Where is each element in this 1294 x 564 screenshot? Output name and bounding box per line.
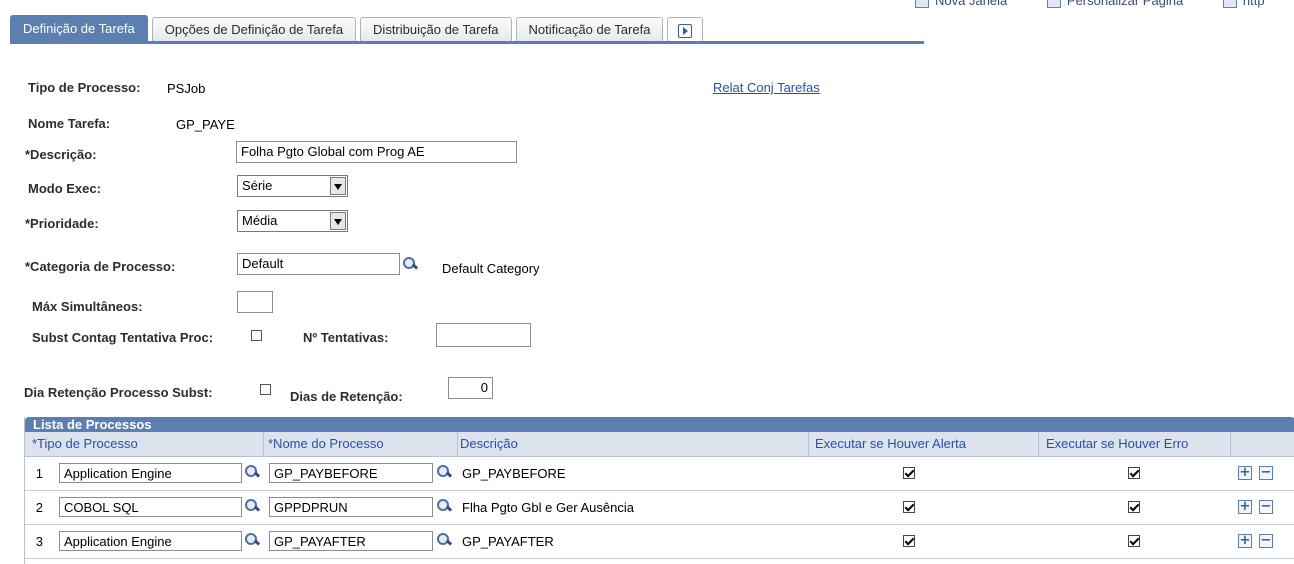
n-tentativas-input[interactable] xyxy=(436,323,531,347)
n-tentativas-label: Nº Tentativas: xyxy=(303,330,389,345)
personalize-page-link[interactable]: Personalizar Página xyxy=(1046,0,1201,8)
process-description: Flha Pgto Gbl e Ger Ausência xyxy=(462,500,634,515)
lookup-icon[interactable] xyxy=(244,464,260,480)
lookup-icon[interactable] xyxy=(244,532,260,548)
col-divider xyxy=(808,432,809,456)
chevron-down-icon xyxy=(330,212,346,230)
prioridade-label: *Prioridade: xyxy=(25,216,99,231)
help-icon xyxy=(1222,0,1237,8)
col-divider xyxy=(1230,432,1231,456)
tipo-processo-input[interactable]: COBOL SQL xyxy=(59,497,242,517)
lookup-icon[interactable] xyxy=(402,256,418,272)
dias-retencao-input[interactable]: 0 xyxy=(448,377,493,399)
col-divider xyxy=(1038,432,1039,456)
modo-exec-value: Série xyxy=(242,178,273,193)
tipo-processo-input[interactable]: Application Engine xyxy=(59,531,242,551)
descricao-label: *Descrição: xyxy=(25,147,97,162)
add-row-icon[interactable]: + xyxy=(1238,500,1252,514)
add-row-icon[interactable]: + xyxy=(1238,534,1252,548)
tab-notificacao[interactable]: Notificação de Tarefa xyxy=(515,17,664,42)
col-divider xyxy=(457,432,458,456)
tipo-processo-value: PSJob xyxy=(167,81,206,96)
prioridade-value: Média xyxy=(242,213,278,228)
executar-erro-checkbox[interactable] xyxy=(1128,501,1140,513)
dias-retencao-label: Dias de Retenção: xyxy=(290,389,403,404)
col-divider xyxy=(263,432,264,456)
tipo-processo-label: Tipo de Processo: xyxy=(28,80,141,95)
dia-retencao-label: Dia Retenção Processo Subst: xyxy=(24,385,213,400)
subst-contag-label: Subst Contag Tentativa Proc: xyxy=(32,330,214,345)
max-simultaneos-input[interactable] xyxy=(237,291,273,313)
col-tipo-processo[interactable]: *Tipo de Processo xyxy=(32,436,138,451)
process-list-grid: Lista de Processos *Tipo de Processo *No… xyxy=(25,417,1294,559)
tab-scroll-right[interactable] xyxy=(667,17,704,42)
personalize-icon xyxy=(1046,0,1061,8)
descricao-input[interactable]: Folha Pgto Global com Prog AE xyxy=(236,141,517,163)
executar-alerta-checkbox[interactable] xyxy=(903,501,915,513)
table-row: 2 COBOL SQL GPPDPRUN Flha Pgto Gbl e Ger… xyxy=(25,491,1294,525)
tab-distribuicao[interactable]: Distribuição de Tarefa xyxy=(360,17,512,42)
lookup-icon[interactable] xyxy=(244,498,260,514)
lookup-icon[interactable] xyxy=(436,464,452,480)
executar-alerta-checkbox[interactable] xyxy=(903,467,915,479)
grid-header: *Tipo de Processo *Nome do Processo Desc… xyxy=(25,432,1294,457)
categoria-input[interactable]: Default xyxy=(237,253,400,275)
row-number: 2 xyxy=(35,500,43,515)
col-executar-erro[interactable]: Executar se Houver Erro xyxy=(1046,436,1188,451)
modo-exec-select[interactable]: Série xyxy=(237,175,348,197)
nome-tarefa-label: Nome Tarefa: xyxy=(28,116,111,131)
process-description: GP_PAYBEFORE xyxy=(462,466,566,481)
lookup-icon[interactable] xyxy=(436,532,452,548)
arrow-right-icon xyxy=(678,23,693,38)
dia-retencao-checkbox[interactable] xyxy=(260,384,271,395)
delete-row-icon[interactable]: − xyxy=(1259,500,1273,514)
executar-alerta-checkbox[interactable] xyxy=(903,535,915,547)
top-links: Nova Janela Personalizar Página http xyxy=(915,0,1294,8)
executar-erro-checkbox[interactable] xyxy=(1128,535,1140,547)
delete-row-icon[interactable]: − xyxy=(1259,534,1273,548)
table-row: 1 Application Engine GP_PAYBEFORE GP_PAY… xyxy=(25,457,1294,491)
row-number: 3 xyxy=(35,534,43,549)
categoria-label: *Categoria de Processo: xyxy=(25,259,176,274)
add-row-icon[interactable]: + xyxy=(1238,466,1252,480)
tab-opcoes-definicao[interactable]: Opções de Definição de Tarefa xyxy=(151,17,357,42)
subst-contag-checkbox[interactable] xyxy=(251,330,262,341)
chevron-down-icon xyxy=(330,177,346,195)
modo-exec-label: Modo Exec: xyxy=(28,181,101,196)
window-icon xyxy=(915,0,929,8)
col-descricao[interactable]: Descrição xyxy=(460,436,518,451)
nome-tarefa-value: GP_PAYE xyxy=(176,117,235,132)
tab-underline xyxy=(10,41,924,44)
help-link[interactable]: http xyxy=(1222,0,1283,8)
new-window-link[interactable]: Nova Janela xyxy=(915,0,1025,8)
lookup-icon[interactable] xyxy=(436,498,452,514)
prioridade-select[interactable]: Média xyxy=(237,210,348,232)
max-simultaneos-label: Máx Simultâneos: xyxy=(32,299,143,314)
grid-title: Lista de Processos xyxy=(25,417,1294,432)
delete-row-icon[interactable]: − xyxy=(1259,466,1273,480)
process-description: GP_PAYAFTER xyxy=(462,534,554,549)
categoria-description: Default Category xyxy=(442,261,540,276)
col-executar-alerta[interactable]: Executar se Houver Alerta xyxy=(815,436,966,451)
tab-bar: Definição de Tarefa Opções de Definição … xyxy=(10,15,707,42)
row-number: 1 xyxy=(35,466,43,481)
executar-erro-checkbox[interactable] xyxy=(1128,467,1140,479)
tab-definicao-tarefa[interactable]: Definição de Tarefa xyxy=(10,15,148,42)
nome-processo-input[interactable]: GP_PAYBEFORE xyxy=(269,463,433,483)
tipo-processo-input[interactable]: Application Engine xyxy=(59,463,242,483)
table-row: 3 Application Engine GP_PAYAFTER GP_PAYA… xyxy=(25,525,1294,559)
nome-processo-input[interactable]: GP_PAYAFTER xyxy=(269,531,433,551)
col-nome-processo[interactable]: *Nome do Processo xyxy=(268,436,384,451)
nome-processo-input[interactable]: GPPDPRUN xyxy=(269,497,433,517)
relat-conj-tarefas-link[interactable]: Relat Conj Tarefas xyxy=(713,80,820,95)
grid-left-border xyxy=(24,417,25,564)
